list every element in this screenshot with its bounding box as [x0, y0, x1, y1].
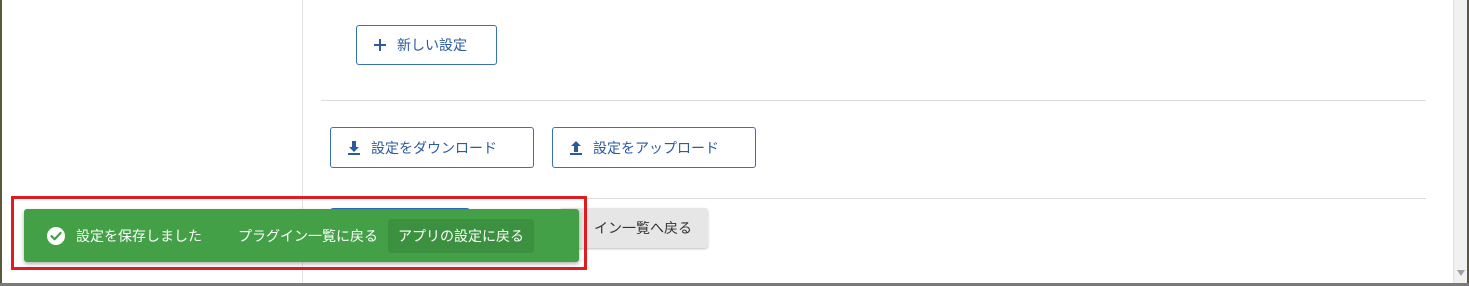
- download-settings-label: 設定をダウンロード: [371, 140, 497, 157]
- saved-snackbar: 設定を保存しました プラグイン一覧に戻る アプリの設定に戻る: [24, 209, 579, 262]
- upload-settings-button[interactable]: 設定をアップロード: [552, 127, 756, 168]
- back-to-plugins-action[interactable]: プラグイン一覧に戻る: [228, 219, 388, 253]
- new-setting-button[interactable]: 新しい設定: [356, 25, 497, 65]
- vertical-scrollbar[interactable]: [1453, 0, 1468, 283]
- back-to-plugin-list-label: イン一覧へ戻る: [594, 221, 692, 237]
- check-circle-icon: [47, 226, 65, 245]
- scroll-down-arrow-icon[interactable]: [1457, 270, 1465, 276]
- download-icon: [348, 140, 360, 155]
- snackbar-message: 設定を保存しました: [76, 228, 202, 245]
- new-setting-label: 新しい設定: [397, 38, 467, 54]
- download-settings-button[interactable]: 設定をダウンロード: [330, 127, 534, 168]
- plus-icon: [374, 39, 386, 51]
- section-divider: [321, 100, 1426, 101]
- back-to-app-settings-action[interactable]: アプリの設定に戻る: [388, 218, 534, 253]
- upload-icon: [570, 140, 582, 155]
- upload-settings-label: 設定をアップロード: [593, 140, 719, 157]
